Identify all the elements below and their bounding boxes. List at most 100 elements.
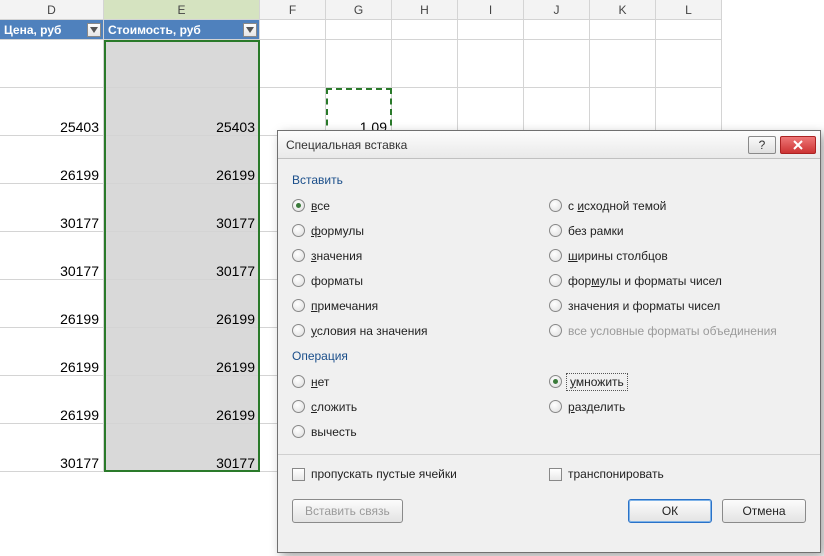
cancel-button[interactable]: Отмена bbox=[722, 499, 806, 523]
column-header-L[interactable]: L bbox=[656, 0, 722, 20]
cell[interactable] bbox=[392, 88, 458, 136]
radio-paste-values[interactable]: значения bbox=[292, 243, 549, 268]
cell[interactable] bbox=[524, 40, 590, 88]
cell[interactable]: 26199 bbox=[104, 328, 260, 376]
column-header-D[interactable]: D bbox=[0, 0, 104, 20]
radio-label: формулы и форматы чисел bbox=[568, 274, 722, 288]
radio-op-mul[interactable]: умножить bbox=[549, 369, 806, 394]
cell[interactable]: 30177 bbox=[0, 232, 104, 280]
chevron-down-icon bbox=[246, 27, 254, 33]
column-header-E[interactable]: E bbox=[104, 0, 260, 20]
radio-op-add[interactable]: сложить bbox=[292, 394, 549, 419]
cell[interactable] bbox=[656, 40, 722, 88]
cell[interactable]: 26199 bbox=[104, 280, 260, 328]
column-header-J[interactable]: J bbox=[524, 0, 590, 20]
cell[interactable] bbox=[590, 20, 656, 40]
cell[interactable]: 26199 bbox=[0, 328, 104, 376]
radio-icon bbox=[549, 224, 562, 237]
cell[interactable] bbox=[326, 40, 392, 88]
column-header-G[interactable]: G bbox=[326, 0, 392, 20]
cell[interactable] bbox=[524, 88, 590, 136]
radio-icon bbox=[549, 274, 562, 287]
radio-label: умножить bbox=[568, 375, 626, 389]
table-header-label: Цена, руб bbox=[4, 23, 61, 37]
cell[interactable] bbox=[392, 40, 458, 88]
cell[interactable]: 26199 bbox=[104, 136, 260, 184]
column-header-H[interactable]: H bbox=[392, 0, 458, 20]
filter-button[interactable] bbox=[87, 23, 101, 37]
cell[interactable]: 26199 bbox=[0, 376, 104, 424]
separator bbox=[278, 454, 820, 455]
radio-op-none[interactable]: нет bbox=[292, 369, 549, 394]
column-header-F[interactable]: F bbox=[260, 0, 326, 20]
cell[interactable] bbox=[392, 20, 458, 40]
radio-paste-valnum[interactable]: значения и форматы чисел bbox=[549, 293, 806, 318]
skip-blanks-checkbox[interactable]: пропускать пустые ячейки bbox=[292, 463, 549, 485]
radio-icon bbox=[292, 400, 305, 413]
paste-link-button[interactable]: Вставить связь bbox=[292, 499, 403, 523]
radio-label: значения bbox=[311, 249, 362, 263]
cell[interactable] bbox=[590, 88, 656, 136]
radio-label: сложить bbox=[311, 400, 357, 414]
help-button[interactable]: ? bbox=[748, 136, 776, 154]
radio-paste-condmerge: все условные форматы объединения bbox=[549, 318, 806, 343]
cell[interactable] bbox=[0, 40, 104, 88]
cell[interactable] bbox=[524, 20, 590, 40]
cell[interactable]: 30177 bbox=[104, 184, 260, 232]
radio-paste-all[interactable]: все bbox=[292, 193, 549, 218]
radio-paste-colwidths[interactable]: ширины столбцов bbox=[549, 243, 806, 268]
radio-paste-validation[interactable]: условия на значения bbox=[292, 318, 549, 343]
radio-paste-noborder[interactable]: без рамки bbox=[549, 218, 806, 243]
radio-paste-formulas[interactable]: формулы bbox=[292, 218, 549, 243]
cell[interactable] bbox=[260, 40, 326, 88]
cell[interactable] bbox=[458, 20, 524, 40]
radio-op-div[interactable]: разделить bbox=[549, 394, 806, 419]
radio-label: разделить bbox=[568, 400, 625, 414]
radio-label: примечания bbox=[311, 299, 378, 313]
cell[interactable]: 30177 bbox=[0, 424, 104, 472]
radio-icon bbox=[549, 375, 562, 388]
cell[interactable] bbox=[326, 20, 392, 40]
paste-special-dialog: Специальная вставка ? Вставить всеформул… bbox=[277, 130, 821, 553]
column-header-K[interactable]: K bbox=[590, 0, 656, 20]
cell[interactable] bbox=[656, 88, 722, 136]
table-header-e[interactable]: Стоимость, руб bbox=[104, 20, 260, 40]
radio-op-sub[interactable]: вычесть bbox=[292, 419, 549, 444]
cell[interactable] bbox=[260, 20, 326, 40]
cell[interactable] bbox=[260, 88, 326, 136]
dialog-titlebar[interactable]: Специальная вставка ? bbox=[278, 131, 820, 159]
radio-icon bbox=[292, 299, 305, 312]
cell[interactable]: 25403 bbox=[104, 88, 260, 136]
radio-label: все условные форматы объединения bbox=[568, 324, 777, 338]
radio-label: все bbox=[311, 199, 330, 213]
cell[interactable]: 26199 bbox=[104, 376, 260, 424]
ok-button[interactable]: ОК bbox=[628, 499, 712, 523]
column-headers-row: DEFGHIJKL bbox=[0, 0, 824, 20]
close-icon bbox=[793, 140, 803, 150]
cell[interactable]: 30177 bbox=[104, 232, 260, 280]
cell[interactable]: 30177 bbox=[0, 184, 104, 232]
table-header-d[interactable]: Цена, руб bbox=[0, 20, 104, 40]
checkbox-icon bbox=[549, 468, 562, 481]
cell[interactable] bbox=[104, 40, 260, 88]
cell[interactable]: 26199 bbox=[0, 280, 104, 328]
radio-paste-formnum[interactable]: формулы и форматы чисел bbox=[549, 268, 806, 293]
radio-paste-comments[interactable]: примечания bbox=[292, 293, 549, 318]
filter-button[interactable] bbox=[243, 23, 257, 37]
cell[interactable]: 30177 bbox=[104, 424, 260, 472]
transpose-checkbox[interactable]: транспонировать bbox=[549, 463, 806, 485]
radio-paste-formats[interactable]: форматы bbox=[292, 268, 549, 293]
cell[interactable]: 1,09 bbox=[326, 88, 392, 136]
radio-label: условия на значения bbox=[311, 324, 428, 338]
cell[interactable] bbox=[656, 20, 722, 40]
close-button[interactable] bbox=[780, 136, 816, 154]
transpose-label: транспонировать bbox=[568, 467, 664, 481]
cell[interactable]: 26199 bbox=[0, 136, 104, 184]
radio-paste-theme[interactable]: с исходной темой bbox=[549, 193, 806, 218]
cell[interactable] bbox=[458, 40, 524, 88]
cell[interactable] bbox=[458, 88, 524, 136]
cell[interactable]: 25403 bbox=[0, 88, 104, 136]
radio-icon bbox=[549, 249, 562, 262]
cell[interactable] bbox=[590, 40, 656, 88]
column-header-I[interactable]: I bbox=[458, 0, 524, 20]
